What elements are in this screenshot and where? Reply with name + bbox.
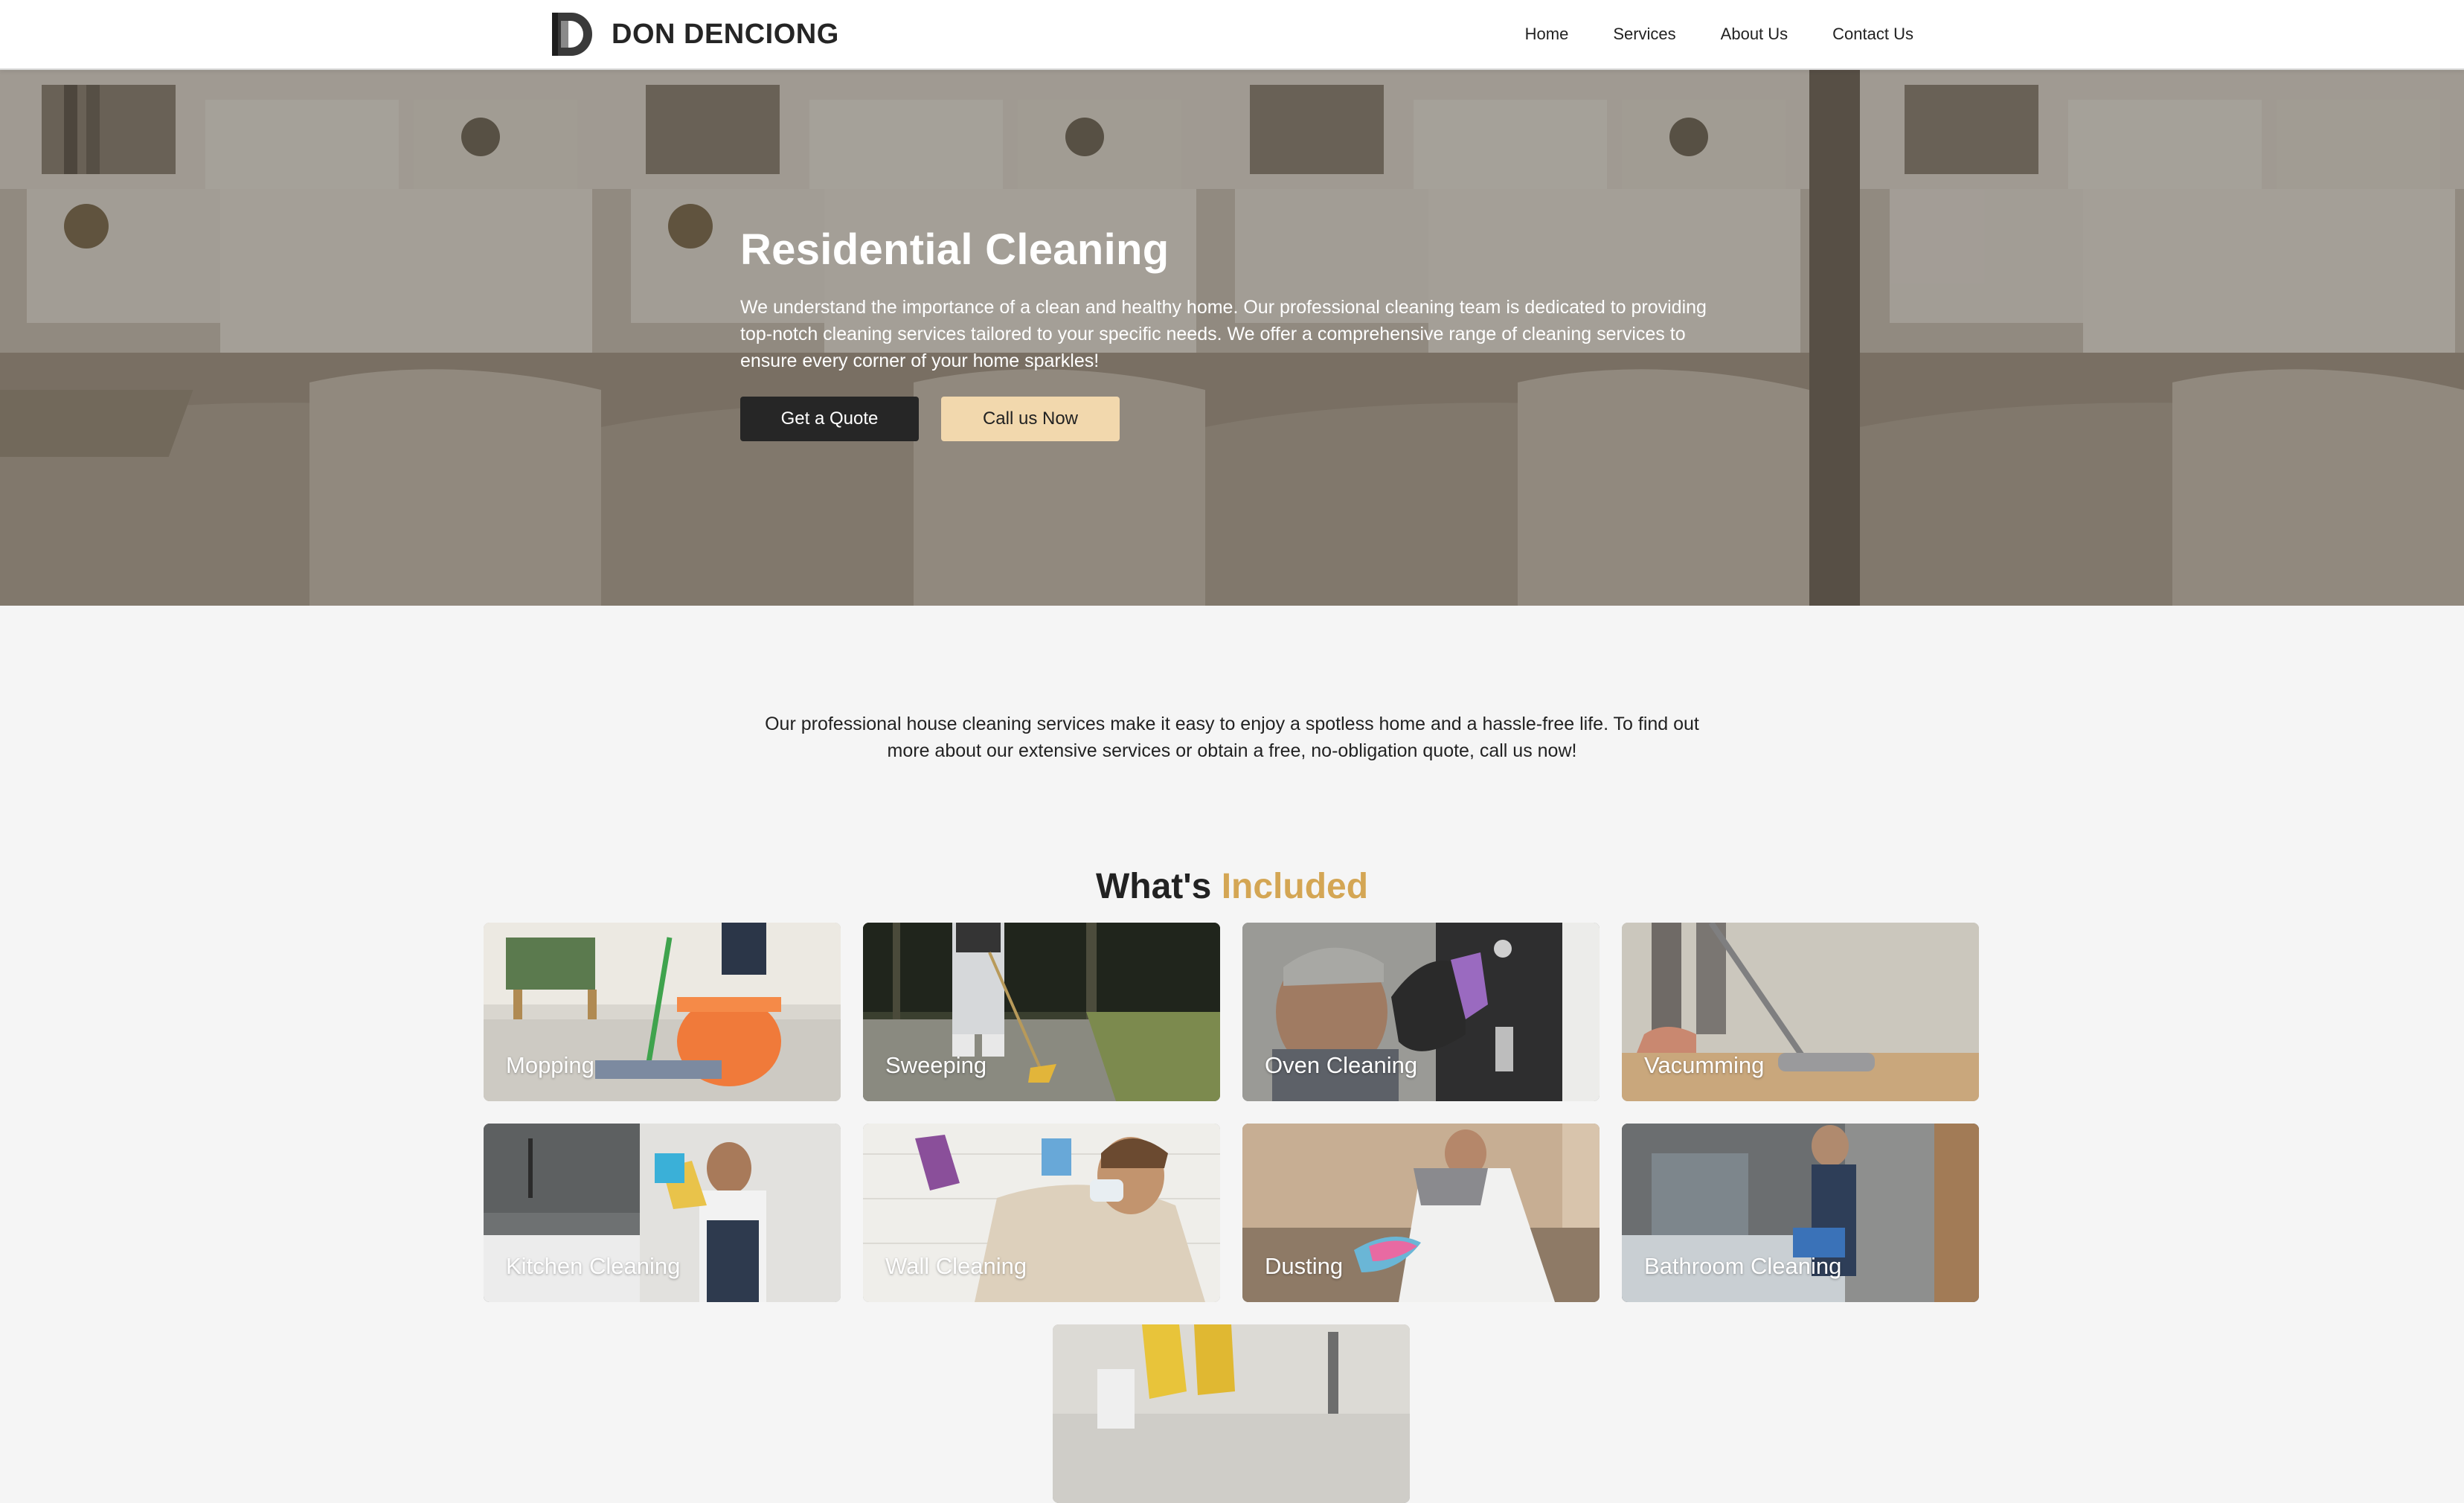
service-card-dusting[interactable]: Dusting (1242, 1124, 1600, 1302)
hero-banner: Residential Cleaning We understand the i… (0, 70, 2464, 606)
brand-logo[interactable]: DON DENCIONG (549, 9, 839, 60)
nav-services-link[interactable]: Services (1613, 25, 1675, 44)
service-card-label: Vacumming (1644, 1052, 1765, 1078)
service-card-supplies[interactable] (1053, 1324, 1410, 1503)
service-card-sweeping[interactable]: Sweeping (863, 923, 1220, 1101)
hero-actions: Get a Quote Call us Now (740, 397, 1730, 441)
logo-icon (552, 13, 592, 56)
nav-about-link[interactable]: About Us (1721, 25, 1788, 44)
service-card-bathroom-cleaning[interactable]: Bathroom Cleaning (1622, 1124, 1979, 1302)
nav-home-link[interactable]: Home (1525, 25, 1569, 44)
service-card-vacuuming[interactable]: Vacumming (1622, 923, 1979, 1101)
section-title-prefix: What's (1095, 866, 1212, 906)
section-title-accent: Included (1221, 866, 1369, 906)
service-card-label: Mopping (506, 1052, 594, 1078)
service-card-label: Dusting (1265, 1253, 1344, 1279)
intro-text: Our professional house cleaning services… (765, 714, 1699, 761)
top-navbar: DON DENCIONG Home Services About Us Cont… (0, 0, 2464, 70)
hero-description: We understand the importance of a clean … (740, 297, 1707, 371)
section-title: What's Included (0, 866, 2464, 907)
nav-contact-link[interactable]: Contact Us (1832, 25, 1913, 44)
service-card-label: Sweeping (885, 1052, 987, 1078)
get-quote-button[interactable]: Get a Quote (740, 397, 919, 441)
service-card-kitchen-cleaning[interactable]: Kitchen Cleaning (484, 1124, 841, 1302)
cleaning-supplies-photo (1053, 1324, 1410, 1503)
hero-content: Residential Cleaning We understand the i… (740, 225, 1730, 441)
service-card-label: Wall Cleaning (885, 1253, 1027, 1279)
service-card-mopping[interactable]: Mopping (484, 923, 841, 1101)
main-menu: Home Services About Us Contact Us (1480, 0, 1913, 68)
hero-title: Residential Cleaning (740, 225, 1170, 274)
call-now-button[interactable]: Call us Now (941, 397, 1120, 441)
service-card-label: Bathroom Cleaning (1644, 1253, 1842, 1279)
service-card-oven-cleaning[interactable]: Oven Cleaning (1242, 923, 1600, 1101)
brand-name: DON DENCIONG (612, 18, 839, 50)
service-card-wall-cleaning[interactable]: Wall Cleaning (863, 1124, 1220, 1302)
service-card-label: Oven Cleaning (1265, 1052, 1418, 1078)
service-card-label: Kitchen Cleaning (506, 1253, 681, 1279)
